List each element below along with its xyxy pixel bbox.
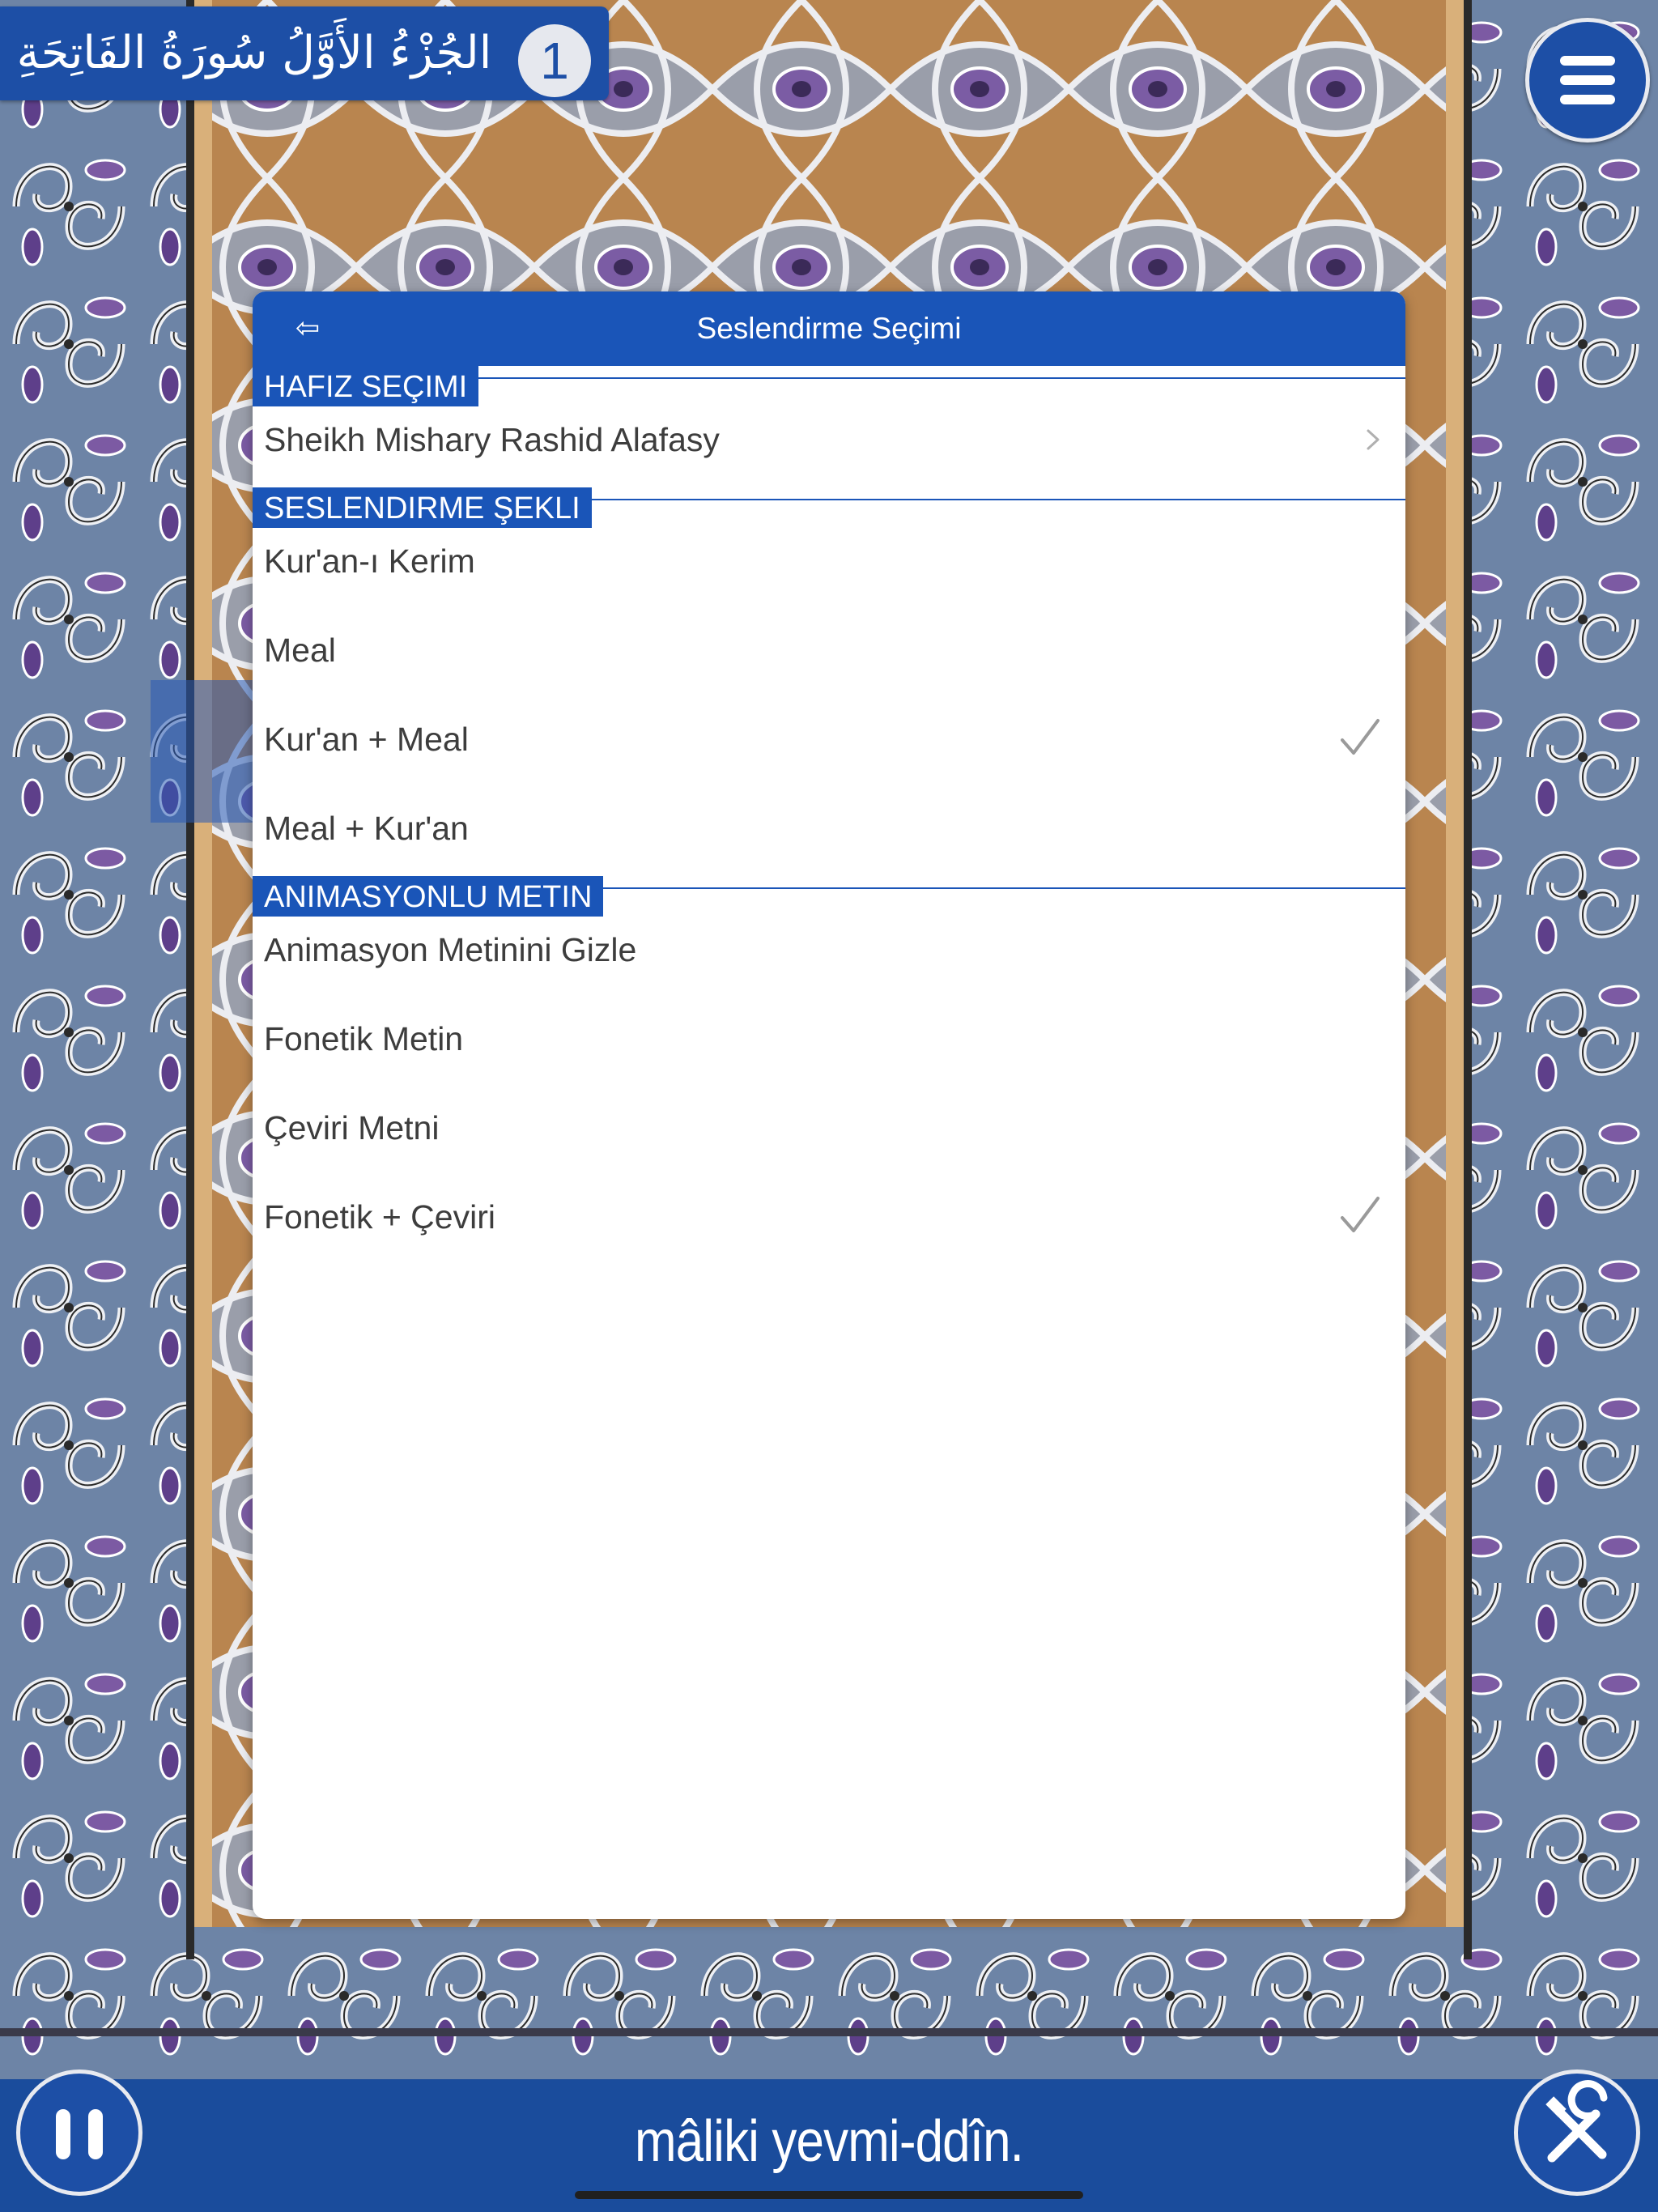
- chevron-right-icon: [1367, 429, 1380, 450]
- home-indicator: [575, 2191, 1083, 2199]
- checkmark-icon: [1341, 719, 1380, 755]
- checkmark-icon: [1341, 1197, 1380, 1232]
- list-item-label: Meal + Kur'an: [264, 810, 469, 847]
- list-item-meal[interactable]: Meal: [253, 606, 1405, 695]
- dialog-title: Seslendirme Seçimi: [696, 312, 962, 345]
- voice-selection-dialog: Seslendirme Seçimi ⇦ HAFIZ SEÇIMI Sheikh…: [253, 291, 1405, 1919]
- settings-tools-button[interactable]: [1514, 2069, 1640, 2196]
- list-item-phonetic-translation[interactable]: Fonetik + Çeviri: [253, 1172, 1405, 1261]
- list-item-translation[interactable]: Çeviri Metni: [253, 1083, 1405, 1172]
- surah-title: الجُزْءُ الأَوَّلُ سُورَةُ الفَاتِحَةِ: [16, 27, 492, 79]
- menu-button[interactable]: [1525, 18, 1650, 143]
- list-item-label: Meal: [264, 632, 336, 669]
- list-item-label: Fonetik + Çeviri: [264, 1198, 495, 1236]
- back-button[interactable]: ⇦: [283, 308, 332, 350]
- side-highlight-tab: [151, 680, 253, 823]
- wrench-screwdriver-icon: [1545, 2080, 1608, 2163]
- list-item-quran[interactable]: Kur'an-ı Kerim: [253, 517, 1405, 606]
- surah-header[interactable]: الجُزْءُ الأَوَّلُ سُورَةُ الفَاتِحَةِ 1: [0, 6, 609, 100]
- list-item-hide-animation[interactable]: Animasyon Metinini Gizle: [253, 905, 1405, 994]
- list-item-label: Kur'an + Meal: [264, 721, 469, 758]
- list-item-phonetic[interactable]: Fonetik Metin: [253, 994, 1405, 1083]
- list-item-quran-meal[interactable]: Kur'an + Meal: [253, 695, 1405, 784]
- list-item-label: Animasyon Metinini Gizle: [264, 931, 637, 968]
- dialog-header: Seslendirme Seçimi ⇦: [253, 291, 1405, 366]
- back-arrow-icon: ⇦: [295, 312, 321, 345]
- list-item-meal-quran[interactable]: Meal + Kur'an: [253, 784, 1405, 873]
- list-item-reciter[interactable]: Sheikh Mishary Rashid Alafasy: [253, 395, 1405, 484]
- list-item-label: Fonetik Metin: [264, 1020, 464, 1057]
- list-item-label: Çeviri Metni: [264, 1109, 440, 1146]
- list-item-label: Kur'an-ı Kerim: [264, 542, 475, 580]
- juz-number-badge: 1: [518, 24, 591, 97]
- list-item-label: Sheikh Mishary Rashid Alafasy: [264, 421, 720, 458]
- verse-caption: mâliki yevmi-ddîn.: [634, 2109, 1024, 2174]
- pause-button[interactable]: [16, 2069, 142, 2196]
